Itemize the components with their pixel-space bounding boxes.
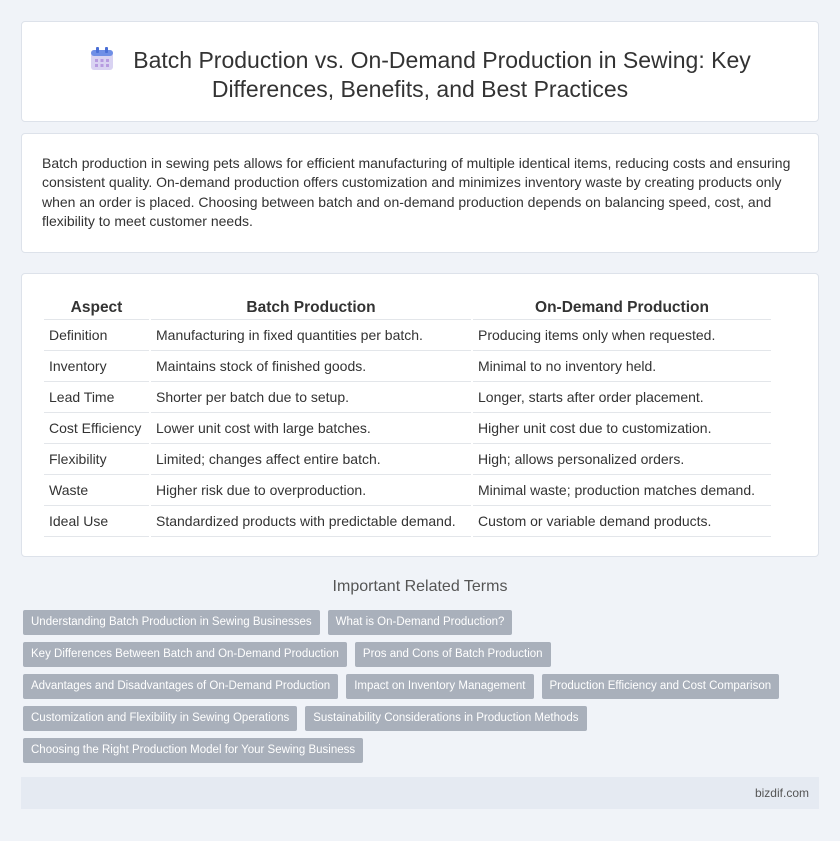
cell-aspect: Ideal Use [44,506,149,537]
cell-aspect: Lead Time [44,382,149,413]
cell-batch: Shorter per batch due to setup. [151,382,471,413]
table-row: Cost Efficiency Lower unit cost with larg… [44,413,771,444]
related-term-link[interactable]: Customization and Flexibility in Sewing … [23,706,298,731]
cell-on-demand: Custom or variable demand products. [473,506,771,537]
table-row: Flexibility Limited; changes affect entir… [44,444,771,475]
table-row: Waste Higher risk due to overproduction. M… [44,475,771,506]
cell-on-demand: Higher unit cost due to customization. [473,413,771,444]
calendar-icon [89,46,115,72]
related-terms-row: Understanding Batch Production in Sewing… [23,610,823,642]
related-term-link[interactable]: Key Differences Between Batch and On-Dem… [23,642,347,667]
cell-batch: Lower unit cost with large batches. [151,413,471,444]
related-terms-row: Key Differences Between Batch and On-Dem… [23,642,823,674]
table-row: Ideal Use Standardized products with pred… [44,506,771,537]
related-term-link[interactable]: Production Efficiency and Cost Compariso… [541,674,780,699]
related-terms-row: Customization and Flexibility in Sewing … [23,706,823,738]
cell-on-demand: Longer, starts after order placement. [473,382,771,413]
cell-aspect: Waste [44,475,149,506]
related-terms-row: Choosing the Right Production Model for … [23,738,823,770]
header-on-demand: On-Demand Production [473,294,771,320]
cell-aspect: Definition [44,320,149,351]
cell-on-demand: Producing items only when requested. [473,320,771,351]
comparison-table: Aspect Batch Production On-Demand Produc… [42,294,773,537]
table-row: Inventory Maintains stock of finished goo… [44,351,771,382]
cell-on-demand: Minimal to no inventory held. [473,351,771,382]
table-row: Definition Manufacturing in fixed quantit… [44,320,771,351]
footer: bizdif.com [21,777,819,809]
related-term-link[interactable]: Impact on Inventory Management [346,674,534,699]
related-term-link[interactable]: What is On-Demand Production? [327,610,513,635]
related-term-link[interactable]: Advantages and Disadvantages of On-Deman… [23,674,339,699]
related-terms-list: Understanding Batch Production in Sewing… [23,610,823,770]
related-term-link[interactable]: Choosing the Right Production Model for … [23,738,364,763]
cell-on-demand: High; allows personalized orders. [473,444,771,475]
comparison-table-card: Aspect Batch Production On-Demand Produc… [21,273,819,557]
cell-batch: Standardized products with predictable d… [151,506,471,537]
intro-card: Batch production in sewing pets allows f… [21,133,819,253]
related-terms-row: Advantages and Disadvantages of On-Deman… [23,674,823,706]
cell-aspect: Cost Efficiency [44,413,149,444]
related-term-link[interactable]: Sustainability Considerations in Product… [305,706,587,731]
cell-aspect: Inventory [44,351,149,382]
cell-on-demand: Minimal waste; production matches demand… [473,475,771,506]
cell-batch: Manufacturing in fixed quantities per ba… [151,320,471,351]
title-line-2: Differences, Benefits, and Best Practice… [211,76,629,102]
cell-aspect: Flexibility [44,444,149,475]
related-term-link[interactable]: Pros and Cons of Batch Production [354,642,551,667]
title-card: Batch Production vs. On-Demand Productio… [21,21,819,122]
intro-paragraph: Batch production in sewing pets allows f… [42,155,791,230]
header-aspect: Aspect [44,294,149,320]
related-term-link[interactable]: Understanding Batch Production in Sewing… [23,610,320,635]
header-batch: Batch Production [151,294,471,320]
cell-batch: Maintains stock of finished goods. [151,351,471,382]
table-header-row: Aspect Batch Production On-Demand Produc… [44,294,771,320]
site-name: bizdif.com [754,786,809,800]
related-terms-title: Important Related Terms [332,578,508,595]
cell-batch: Higher risk due to overproduction. [151,475,471,506]
title-line-1: Batch Production vs. On-Demand Productio… [133,47,751,73]
cell-batch: Limited; changes affect entire batch. [151,444,471,475]
table-row: Lead Time Shorter per batch due to setup.… [44,382,771,413]
page-title: Batch Production vs. On-Demand Productio… [22,46,818,104]
